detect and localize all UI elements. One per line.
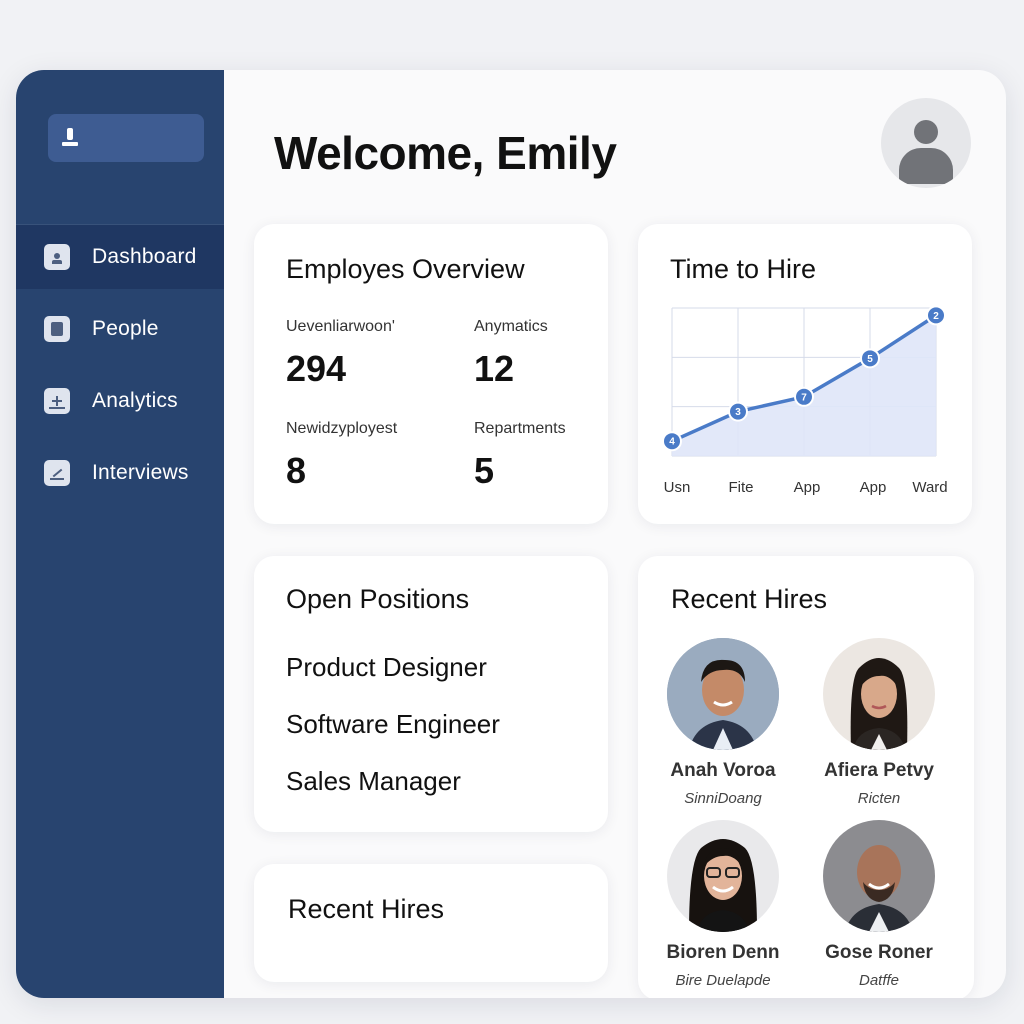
stat-value: 5 <box>474 450 495 491</box>
sidebar-item-analytics[interactable]: Analytics <box>16 369 224 433</box>
open-positions-card: Open Positions Product Designer Software… <box>254 556 608 832</box>
hire-person[interactable]: Afiera Petvy Ricten <box>814 638 944 807</box>
person-name: Bioren Denn <box>666 942 780 963</box>
chart-x-tick-label: App <box>794 479 821 496</box>
person-avatar <box>823 820 935 932</box>
chart-x-tick-label: Ward <box>912 479 947 496</box>
interviews-icon <box>44 460 70 486</box>
logo[interactable] <box>48 114 204 162</box>
sidebar-item-label: Analytics <box>92 389 178 412</box>
stamp-icon <box>60 126 80 150</box>
person-name: Gose Roner <box>825 942 933 963</box>
stat-label: Repartments <box>474 420 566 437</box>
sidebar-item-label: Dashboard <box>92 245 197 268</box>
stat-value: 8 <box>286 450 307 491</box>
time-to-hire-card: Time to Hire 4 3 7 5 2 Usn Fite App App Ward <box>638 224 972 524</box>
stat-label: Newidzyployest <box>286 420 398 437</box>
person-role: Datffe <box>858 972 900 989</box>
sidebar: Dashboard People Analytics Interviews <box>16 70 224 998</box>
sidebar-item-label: People <box>92 317 159 340</box>
position-item[interactable]: Software Engineer <box>286 709 500 740</box>
overview-card: Employes Overview Uevenliarwoon' 294 Any… <box>254 224 608 524</box>
person-name: Anah Voroa <box>670 760 776 781</box>
chart-point-label: 3 <box>735 407 741 418</box>
chart-x-tick-label: Fite <box>728 479 753 496</box>
sidebar-item-interviews[interactable]: Interviews <box>16 441 224 505</box>
hire-person[interactable]: Anah Voroa SinniDoang <box>658 638 788 807</box>
page-title: Welcome, Emily <box>274 127 617 179</box>
recent-hires-card: Recent Hires Anah Voroa SinniDoang Afier… <box>638 556 974 998</box>
app-window: Dashboard People Analytics Interviews We… <box>16 70 1006 998</box>
chart-x-tick-label: Usn <box>664 479 691 496</box>
hire-person[interactable]: Gose Roner Datffe <box>814 820 944 989</box>
overview-title: Employes Overview <box>286 254 525 284</box>
people-icon <box>44 316 70 342</box>
sidebar-item-people[interactable]: People <box>16 297 224 361</box>
stat-value: 294 <box>286 348 347 389</box>
sidebar-item-label: Interviews <box>92 461 189 484</box>
stat-label: Uevenliarwoon' <box>286 318 395 335</box>
user-avatar[interactable] <box>881 98 971 188</box>
time-to-hire-chart: 4 3 7 5 2 Usn Fite App App Ward <box>662 305 948 496</box>
stat-label: Anymatics <box>474 318 548 335</box>
open-positions-title: Open Positions <box>286 584 470 614</box>
position-item[interactable]: Sales Manager <box>286 766 461 797</box>
chart-point-label: 4 <box>669 437 675 448</box>
position-item[interactable]: Product Designer <box>286 652 487 683</box>
person-avatar <box>823 638 935 750</box>
dashboard-icon <box>44 244 70 270</box>
stat-value: 12 <box>474 348 515 389</box>
analytics-icon <box>44 388 70 414</box>
person-avatar <box>667 820 779 932</box>
chart-point-label: 2 <box>933 311 939 322</box>
avatar-body-icon <box>899 148 953 184</box>
person-role: SinniDoang <box>684 790 762 807</box>
person-role: Bire Duelapde <box>675 972 771 989</box>
sidebar-item-dashboard[interactable]: Dashboard <box>16 225 224 289</box>
recent-hires-title: Recent Hires <box>671 584 828 614</box>
person-role: Ricten <box>857 790 901 807</box>
person-avatar <box>667 638 779 750</box>
chart-x-tick-label: App <box>860 479 887 496</box>
recent-hires-small-card: Recent Hires <box>254 864 608 982</box>
person-name: Afiera Petvy <box>824 760 934 781</box>
avatar-head-icon <box>914 120 938 144</box>
sidebar-nav: Dashboard People Analytics Interviews <box>16 224 224 513</box>
hire-person[interactable]: Bioren Denn Bire Duelapde <box>658 820 788 989</box>
chart-point-label: 5 <box>867 354 873 365</box>
recent-hires-small-title: Recent Hires <box>288 894 445 924</box>
chart-point-label: 7 <box>801 392 807 403</box>
